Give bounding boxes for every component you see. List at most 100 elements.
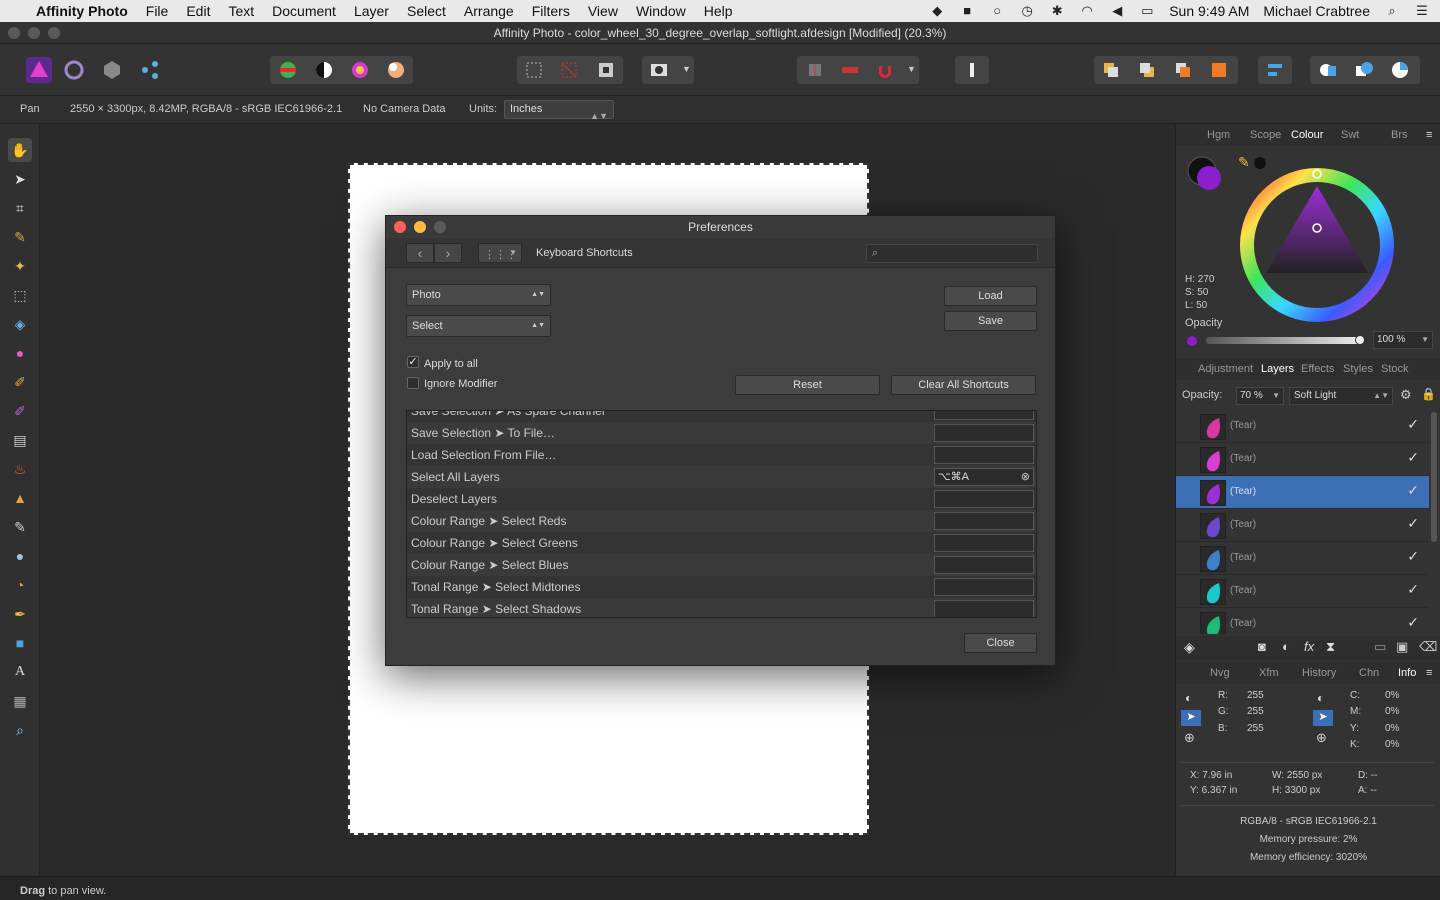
fx-icon[interactable]: fx — [1304, 639, 1314, 654]
load-button[interactable]: Load — [944, 286, 1037, 306]
chat-icon[interactable]: ○ — [989, 4, 1005, 18]
persona-select[interactable]: Photo ▲▼ — [406, 284, 551, 306]
add-layer-icon[interactable]: ▣ — [1396, 639, 1408, 655]
trash-icon[interactable]: ⌫ — [1419, 639, 1437, 655]
shortcut-row[interactable]: Colour Range ➤ Select Blues — [407, 554, 1036, 576]
pointer-mode-icon[interactable]: ➤ — [1181, 710, 1201, 726]
menu-app[interactable]: Affinity Photo — [36, 3, 128, 19]
units-select[interactable]: Inches ▲▼ — [504, 100, 614, 121]
shortcut-row[interactable]: Deselect Layers — [407, 488, 1036, 510]
menu-help[interactable]: Help — [704, 3, 733, 19]
menu-layer[interactable]: Layer — [354, 3, 389, 19]
menu-window[interactable]: Window — [636, 3, 686, 19]
flood-fill-icon[interactable]: ◈ — [8, 312, 32, 336]
spotlight-icon[interactable]: ⌕ — [1384, 4, 1400, 18]
quick-mask-icon[interactable] — [647, 58, 671, 82]
time-machine-icon[interactable]: ◷ — [1019, 4, 1035, 18]
move-to-back-icon[interactable] — [1099, 58, 1123, 82]
clear-all-shortcuts-button[interactable]: Clear All Shortcuts — [891, 375, 1036, 395]
share-icon[interactable] — [138, 58, 162, 82]
tab-effects[interactable]: Effects — [1301, 363, 1334, 375]
menu-text[interactable]: Text — [228, 3, 254, 19]
panel-menu-icon[interactable]: ≡ — [1426, 129, 1432, 141]
layer-row[interactable]: (Tear) ✓ — [1176, 542, 1429, 575]
tab-channels[interactable]: Chn — [1359, 667, 1379, 679]
gradient-tool-icon[interactable]: ● — [8, 341, 32, 365]
paint-brush-icon[interactable]: ✐ — [8, 370, 32, 394]
layer-row[interactable]: (Tear) ✓ — [1176, 608, 1429, 634]
dropbox-icon[interactable]: ◆ — [929, 4, 945, 18]
battery-icon[interactable]: ▭ — [1139, 4, 1155, 18]
shortcut-key-field[interactable] — [934, 512, 1034, 530]
search-input[interactable] — [885, 246, 1033, 261]
layer-opacity-field[interactable]: 70 % ▼ — [1236, 387, 1284, 405]
save-button[interactable]: Save — [944, 311, 1037, 331]
gear-icon[interactable]: ⚙ — [1400, 387, 1412, 403]
tab-histogram[interactable]: Hgm — [1207, 129, 1230, 141]
volume-icon[interactable]: ◀ — [1109, 4, 1125, 18]
window-zoom-button[interactable] — [48, 27, 60, 39]
layer-row[interactable]: (Tear) ✓ — [1176, 410, 1429, 443]
erase-brush-icon[interactable]: ▤ — [8, 428, 32, 452]
levels-icon[interactable] — [276, 58, 300, 82]
panel-menu-icon[interactable]: ≡ — [1426, 667, 1432, 679]
layer-visibility-check[interactable]: ✓ — [1407, 482, 1419, 499]
reset-button[interactable]: Reset — [735, 375, 880, 395]
develop-persona-icon[interactable] — [100, 58, 124, 82]
adjustment-layer-icon[interactable]: ◐ — [1282, 639, 1290, 654]
shortcut-key-field[interactable] — [934, 446, 1034, 464]
tab-colour[interactable]: Colour — [1291, 129, 1323, 141]
shortcut-search[interactable]: ⌕ — [866, 244, 1038, 263]
close-button[interactable]: Close — [964, 633, 1037, 653]
boolean-subtract-icon[interactable] — [1352, 58, 1376, 82]
photo-persona-icon[interactable] — [26, 57, 52, 83]
menubar-user[interactable]: Michael Crabtree — [1263, 3, 1370, 19]
context-info-icon[interactable] — [960, 58, 984, 82]
layers-scrollbar[interactable] — [1431, 412, 1437, 542]
mask-layer-icon[interactable]: ◙ — [1258, 639, 1266, 654]
dialog-zoom-button[interactable] — [434, 221, 446, 233]
menu-category-select[interactable]: Select ▲▼ — [406, 315, 551, 337]
red-eye-icon[interactable]: ◔ — [8, 573, 32, 597]
shortcut-row[interactable]: Tonal Range ➤ Select Midtones — [407, 576, 1036, 598]
opacity-slider-handle[interactable] — [1355, 335, 1365, 345]
menu-edit[interactable]: Edit — [186, 3, 210, 19]
shortcut-key-field[interactable] — [934, 534, 1034, 552]
window-close-button[interactable] — [8, 27, 20, 39]
tab-brushes[interactable]: Brs — [1391, 129, 1408, 141]
layer-visibility-check[interactable]: ✓ — [1407, 581, 1419, 598]
blend-mode-select[interactable]: Soft Light ▲▼ — [1289, 387, 1393, 405]
tab-stock[interactable]: Stock — [1381, 363, 1409, 375]
wifi-icon[interactable]: ◠ — [1079, 4, 1095, 18]
shortcut-key-field[interactable]: ⌥⌘A ⊗ — [934, 468, 1034, 486]
move-to-front-icon[interactable] — [1207, 58, 1231, 82]
force-pixel-icon[interactable] — [838, 58, 862, 82]
snapping-dropdown-icon[interactable]: ▼ — [907, 64, 916, 74]
colour-wheel[interactable] — [1238, 166, 1396, 324]
menu-file[interactable]: File — [146, 3, 169, 19]
crosshair-icon-2[interactable]: ⊕ — [1316, 730, 1327, 746]
dialog-close-button[interactable] — [394, 221, 406, 233]
dodge-brush-icon[interactable]: ♨ — [8, 457, 32, 481]
bookmark-icon[interactable]: ■ — [959, 4, 975, 18]
clone-brush-icon[interactable]: ▲ — [8, 486, 32, 510]
live-filter-icon[interactable]: ⧗ — [1326, 639, 1335, 655]
tab-layers[interactable]: Layers — [1261, 363, 1294, 375]
healing-brush-icon[interactable]: ✎ — [8, 515, 32, 539]
contrast-icon[interactable] — [312, 58, 336, 82]
colour-picker-mode-icon-2[interactable]: ◐ — [1317, 691, 1324, 705]
menu-document[interactable]: Document — [272, 3, 336, 19]
menubar-clock[interactable]: Sun 9:49 AM — [1169, 3, 1249, 19]
layer-visibility-check[interactable]: ✓ — [1407, 515, 1419, 532]
snapping-grid-icon[interactable] — [803, 58, 827, 82]
notification-center-icon[interactable]: ☰ — [1414, 4, 1430, 18]
shortcut-row[interactable]: Tonal Range ➤ Select Shadows — [407, 598, 1036, 617]
select-all-icon[interactable] — [522, 58, 546, 82]
invert-selection-icon[interactable] — [594, 58, 618, 82]
shortcut-row[interactable]: Save Selection ➤ To File… — [407, 422, 1036, 444]
layer-visibility-check[interactable]: ✓ — [1407, 416, 1419, 433]
layer-row[interactable]: (Tear) ✓ — [1176, 443, 1429, 476]
tab-swatches[interactable]: Swt — [1341, 129, 1359, 141]
fill-stroke-swatch[interactable] — [1184, 154, 1232, 194]
text-tool-icon[interactable]: A — [8, 660, 32, 684]
